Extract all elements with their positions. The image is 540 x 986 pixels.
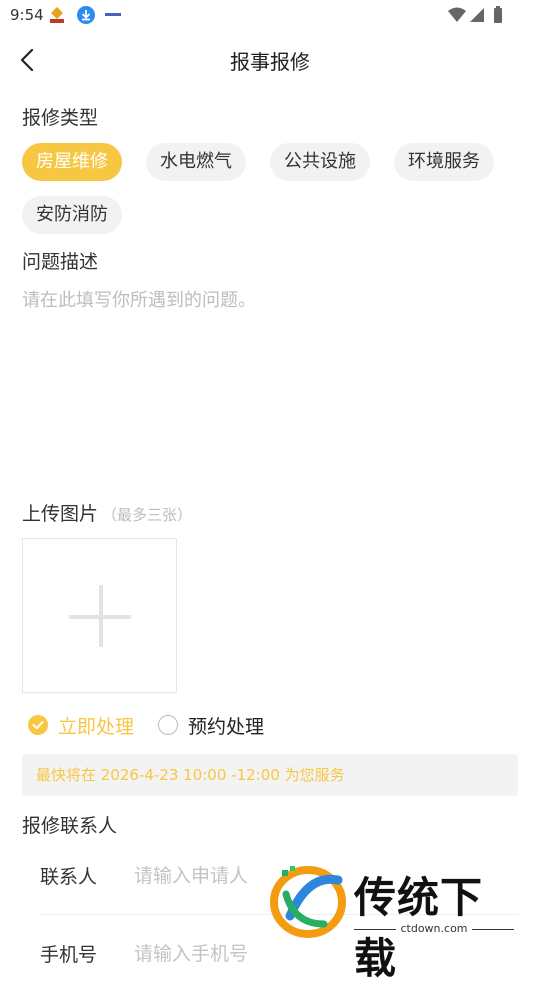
description-label: 问题描述 (22, 251, 99, 273)
chip-utilities[interactable]: 水电燃气 (146, 143, 246, 181)
repair-type-label: 报修类型 (22, 107, 99, 129)
small-app-icon (105, 13, 121, 16)
radio-scheduled-label: 预约处理 (188, 715, 265, 738)
chip-house-repair[interactable]: 房屋维修 (22, 143, 122, 181)
chip-security-fire[interactable]: 安防消防 (22, 196, 122, 234)
check-icon (28, 715, 48, 735)
contact-section-label: 报修联系人 (22, 815, 118, 837)
service-time-notice: 最快将在 2026-4-23 10:00 -12:00 为您服务 (22, 754, 518, 796)
upload-label: 上传图片 （最多三张） (22, 499, 192, 526)
app-notification-icon (50, 7, 64, 23)
upload-hint: （最多三张） (102, 506, 193, 524)
radio-immediate[interactable]: 立即处理 (28, 712, 134, 738)
chip-public-facilities[interactable]: 公共设施 (270, 143, 370, 181)
radio-immediate-label: 立即处理 (58, 715, 135, 738)
phone-label: 手机号 (40, 944, 98, 966)
contact-name-label: 联系人 (40, 866, 98, 888)
status-time: 9:54 (10, 6, 44, 24)
watermark-logo-icon (270, 866, 346, 938)
radio-scheduled[interactable]: 预约处理 (158, 712, 264, 738)
description-textarea[interactable]: 请在此填写你所遇到的问题。 (22, 286, 256, 312)
page-title: 报事报修 (230, 50, 310, 74)
add-photo-button[interactable] (22, 538, 177, 693)
signal-battery-icons (448, 6, 502, 23)
chip-environment-service[interactable]: 环境服务 (394, 143, 494, 181)
download-notification-icon (77, 6, 95, 24)
status-bar: 9:54 (0, 0, 540, 30)
watermark: 传统下载 ctdown.com (268, 862, 518, 983)
upload-title: 上传图片 (22, 503, 99, 525)
nav-bar: 报事报修 (0, 38, 540, 82)
phone-input[interactable] (132, 938, 376, 970)
unchecked-circle-icon (158, 715, 178, 735)
